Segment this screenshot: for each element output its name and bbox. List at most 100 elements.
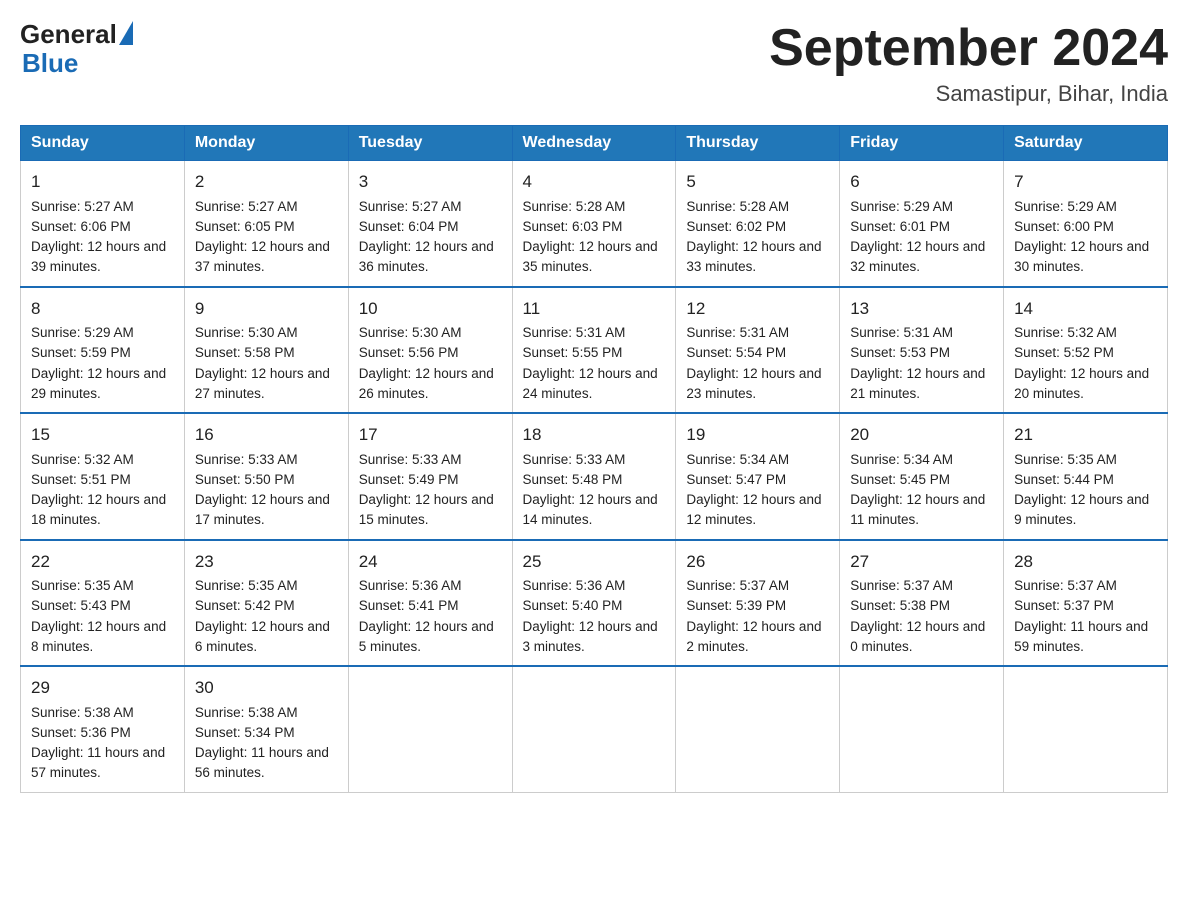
table-row: 4Sunrise: 5:28 AMSunset: 6:03 PMDaylight… <box>512 161 676 287</box>
sunset-text: Sunset: 6:05 PM <box>195 219 295 234</box>
daylight-text: Daylight: 12 hours and 29 minutes. <box>31 366 166 401</box>
sunrise-text: Sunrise: 5:33 AM <box>195 452 298 467</box>
sunrise-text: Sunrise: 5:29 AM <box>850 199 953 214</box>
sunset-text: Sunset: 6:00 PM <box>1014 219 1114 234</box>
table-row <box>512 666 676 792</box>
sunset-text: Sunset: 5:48 PM <box>523 472 623 487</box>
sunrise-text: Sunrise: 5:31 AM <box>686 325 789 340</box>
logo-blue-text: Blue <box>22 49 133 78</box>
daylight-text: Daylight: 12 hours and 20 minutes. <box>1014 366 1149 401</box>
day-number: 29 <box>31 675 174 701</box>
sunset-text: Sunset: 5:37 PM <box>1014 598 1114 613</box>
col-sunday: Sunday <box>21 126 185 161</box>
day-number: 21 <box>1014 422 1157 448</box>
sunrise-text: Sunrise: 5:34 AM <box>686 452 789 467</box>
daylight-text: Daylight: 12 hours and 18 minutes. <box>31 492 166 527</box>
sunrise-text: Sunrise: 5:30 AM <box>195 325 298 340</box>
table-row: 22Sunrise: 5:35 AMSunset: 5:43 PMDayligh… <box>21 540 185 667</box>
col-tuesday: Tuesday <box>348 126 512 161</box>
sunrise-text: Sunrise: 5:27 AM <box>195 199 298 214</box>
sunrise-text: Sunrise: 5:28 AM <box>686 199 789 214</box>
day-number: 8 <box>31 296 174 322</box>
sunset-text: Sunset: 5:52 PM <box>1014 345 1114 360</box>
daylight-text: Daylight: 12 hours and 39 minutes. <box>31 239 166 274</box>
day-number: 23 <box>195 549 338 575</box>
sunset-text: Sunset: 5:49 PM <box>359 472 459 487</box>
sunset-text: Sunset: 5:34 PM <box>195 725 295 740</box>
day-number: 1 <box>31 169 174 195</box>
sunrise-text: Sunrise: 5:33 AM <box>523 452 626 467</box>
table-row: 9Sunrise: 5:30 AMSunset: 5:58 PMDaylight… <box>184 287 348 414</box>
table-row: 2Sunrise: 5:27 AMSunset: 6:05 PMDaylight… <box>184 161 348 287</box>
sunrise-text: Sunrise: 5:36 AM <box>359 578 462 593</box>
table-row: 10Sunrise: 5:30 AMSunset: 5:56 PMDayligh… <box>348 287 512 414</box>
day-number: 2 <box>195 169 338 195</box>
col-wednesday: Wednesday <box>512 126 676 161</box>
sunrise-text: Sunrise: 5:27 AM <box>359 199 462 214</box>
table-row: 11Sunrise: 5:31 AMSunset: 5:55 PMDayligh… <box>512 287 676 414</box>
sunset-text: Sunset: 5:44 PM <box>1014 472 1114 487</box>
daylight-text: Daylight: 12 hours and 24 minutes. <box>523 366 658 401</box>
daylight-text: Daylight: 12 hours and 9 minutes. <box>1014 492 1149 527</box>
sunset-text: Sunset: 5:36 PM <box>31 725 131 740</box>
sunset-text: Sunset: 5:43 PM <box>31 598 131 613</box>
daylight-text: Daylight: 11 hours and 57 minutes. <box>31 745 165 780</box>
calendar-week-row: 1Sunrise: 5:27 AMSunset: 6:06 PMDaylight… <box>21 161 1168 287</box>
table-row: 8Sunrise: 5:29 AMSunset: 5:59 PMDaylight… <box>21 287 185 414</box>
table-row: 26Sunrise: 5:37 AMSunset: 5:39 PMDayligh… <box>676 540 840 667</box>
day-number: 10 <box>359 296 502 322</box>
col-saturday: Saturday <box>1004 126 1168 161</box>
sunrise-text: Sunrise: 5:35 AM <box>1014 452 1117 467</box>
sunset-text: Sunset: 5:40 PM <box>523 598 623 613</box>
day-number: 5 <box>686 169 829 195</box>
calendar-week-row: 8Sunrise: 5:29 AMSunset: 5:59 PMDaylight… <box>21 287 1168 414</box>
table-row: 27Sunrise: 5:37 AMSunset: 5:38 PMDayligh… <box>840 540 1004 667</box>
table-row: 5Sunrise: 5:28 AMSunset: 6:02 PMDaylight… <box>676 161 840 287</box>
sunrise-text: Sunrise: 5:38 AM <box>195 705 298 720</box>
sunset-text: Sunset: 5:42 PM <box>195 598 295 613</box>
daylight-text: Daylight: 12 hours and 30 minutes. <box>1014 239 1149 274</box>
sunset-text: Sunset: 5:53 PM <box>850 345 950 360</box>
day-number: 26 <box>686 549 829 575</box>
day-number: 18 <box>523 422 666 448</box>
day-number: 4 <box>523 169 666 195</box>
sunset-text: Sunset: 5:38 PM <box>850 598 950 613</box>
table-row: 25Sunrise: 5:36 AMSunset: 5:40 PMDayligh… <box>512 540 676 667</box>
col-friday: Friday <box>840 126 1004 161</box>
day-number: 28 <box>1014 549 1157 575</box>
table-row: 15Sunrise: 5:32 AMSunset: 5:51 PMDayligh… <box>21 413 185 540</box>
daylight-text: Daylight: 12 hours and 23 minutes. <box>686 366 821 401</box>
calendar-week-row: 22Sunrise: 5:35 AMSunset: 5:43 PMDayligh… <box>21 540 1168 667</box>
sunrise-text: Sunrise: 5:31 AM <box>850 325 953 340</box>
table-row <box>1004 666 1168 792</box>
table-row: 18Sunrise: 5:33 AMSunset: 5:48 PMDayligh… <box>512 413 676 540</box>
sunrise-text: Sunrise: 5:32 AM <box>31 452 134 467</box>
daylight-text: Daylight: 12 hours and 11 minutes. <box>850 492 985 527</box>
sunset-text: Sunset: 5:39 PM <box>686 598 786 613</box>
daylight-text: Daylight: 12 hours and 12 minutes. <box>686 492 821 527</box>
day-number: 3 <box>359 169 502 195</box>
daylight-text: Daylight: 12 hours and 8 minutes. <box>31 619 166 654</box>
day-number: 14 <box>1014 296 1157 322</box>
header: General Blue September 2024 Samastipur, … <box>20 20 1168 107</box>
sunset-text: Sunset: 5:56 PM <box>359 345 459 360</box>
sunset-text: Sunset: 5:59 PM <box>31 345 131 360</box>
daylight-text: Daylight: 12 hours and 5 minutes. <box>359 619 494 654</box>
day-number: 16 <box>195 422 338 448</box>
sunset-text: Sunset: 6:03 PM <box>523 219 623 234</box>
title-area: September 2024 Samastipur, Bihar, India <box>769 20 1168 107</box>
daylight-text: Daylight: 12 hours and 6 minutes. <box>195 619 330 654</box>
col-monday: Monday <box>184 126 348 161</box>
table-row: 19Sunrise: 5:34 AMSunset: 5:47 PMDayligh… <box>676 413 840 540</box>
table-row <box>840 666 1004 792</box>
sunrise-text: Sunrise: 5:27 AM <box>31 199 134 214</box>
daylight-text: Daylight: 11 hours and 56 minutes. <box>195 745 329 780</box>
day-number: 6 <box>850 169 993 195</box>
daylight-text: Daylight: 12 hours and 0 minutes. <box>850 619 985 654</box>
sunrise-text: Sunrise: 5:37 AM <box>850 578 953 593</box>
day-number: 9 <box>195 296 338 322</box>
sunrise-text: Sunrise: 5:30 AM <box>359 325 462 340</box>
table-row: 14Sunrise: 5:32 AMSunset: 5:52 PMDayligh… <box>1004 287 1168 414</box>
table-row: 20Sunrise: 5:34 AMSunset: 5:45 PMDayligh… <box>840 413 1004 540</box>
table-row: 7Sunrise: 5:29 AMSunset: 6:00 PMDaylight… <box>1004 161 1168 287</box>
